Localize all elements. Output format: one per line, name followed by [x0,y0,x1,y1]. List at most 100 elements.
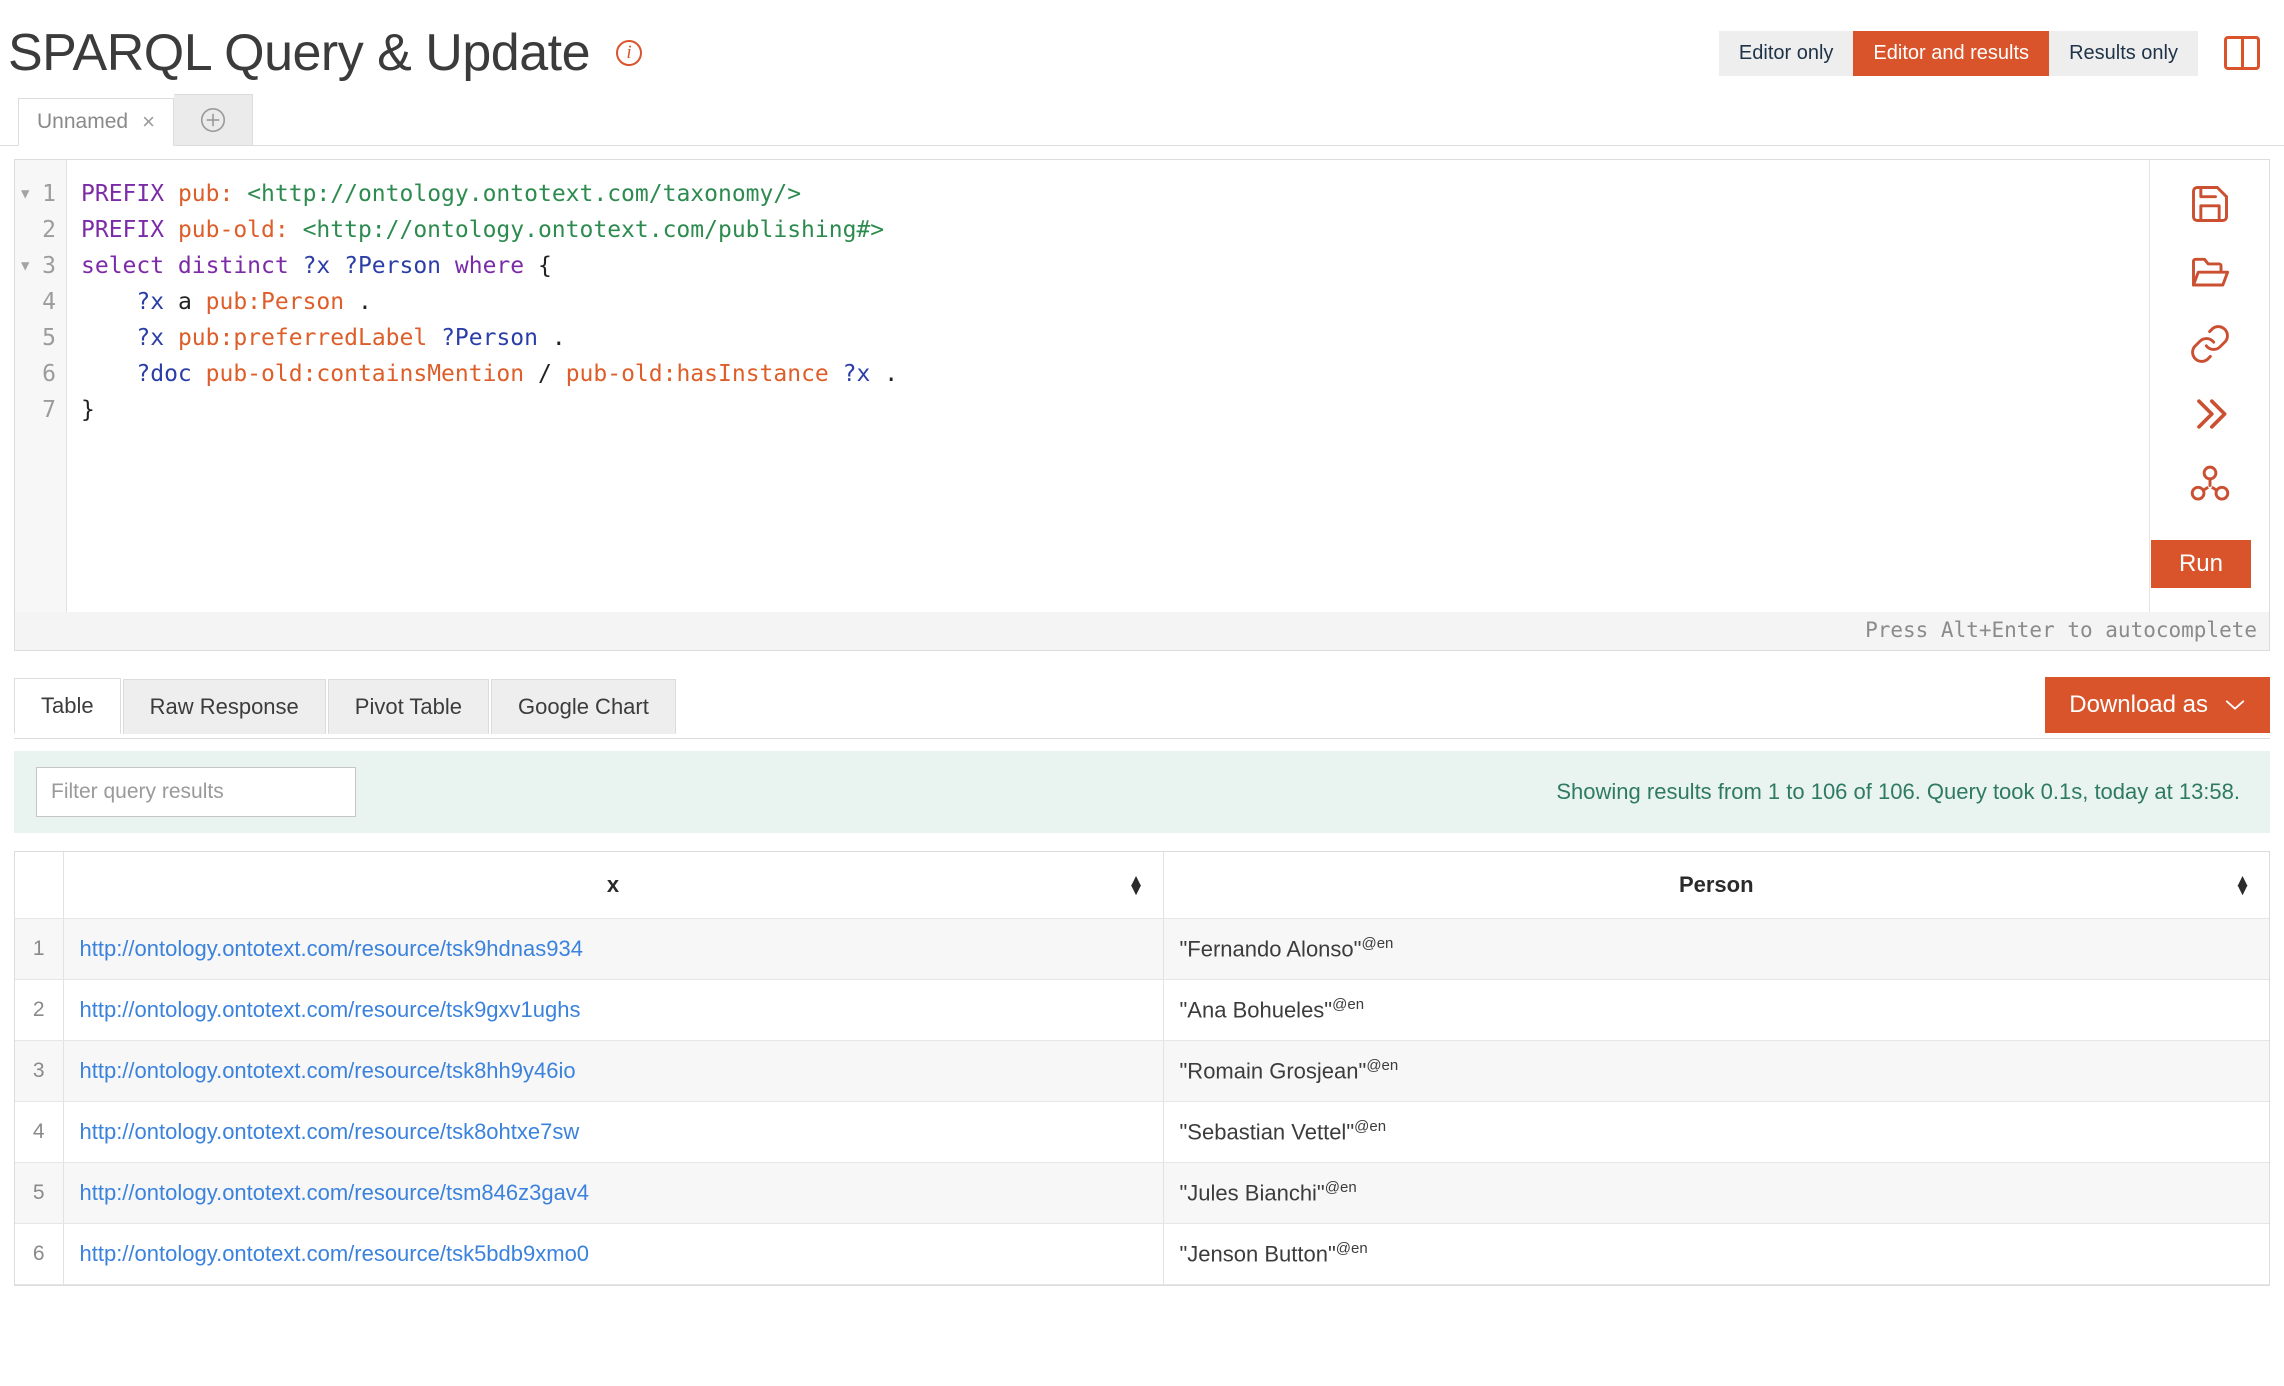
table-header-row: x ▲ ▼ Person ▲ ▼ [15,852,2269,919]
resource-uri-link[interactable]: http://ontology.ontotext.com/resource/ts… [80,936,583,961]
literal-value: "Fernando Alonso" [1179,936,1362,962]
resource-uri-link[interactable]: http://ontology.ontotext.com/resource/ts… [80,1241,590,1266]
editor-code-line: ?doc pub-old:containsMention / pub-old:h… [81,356,2269,392]
row-number: 3 [15,1040,64,1102]
literal-value: "Jules Bianchi" [1179,1180,1325,1206]
results-table-head: x ▲ ▼ Person ▲ ▼ [15,852,2269,919]
editor-code-line: ?x pub:preferredLabel ?Person . [81,320,2269,356]
page-header: SPARQL Query & Update i Editor only Edit… [0,0,2284,92]
code-token: <http://ontology.ontotext.com/taxonomy/> [247,181,802,207]
column-header-person-label: Person [1678,871,1754,897]
sort-icon[interactable]: ▲ ▼ [2234,872,2251,898]
editor-code-line: select distinct ?x ?Person where { [81,248,2269,284]
filter-query-results-input[interactable] [36,767,356,817]
row-number: 5 [15,1162,64,1224]
info-icon[interactable]: i [616,40,642,66]
query-tab-label: Unnamed [37,110,129,133]
literal-value: "Ana Bohueles" [1179,997,1333,1023]
save-query-icon[interactable] [2188,182,2232,226]
results-tab-table[interactable]: Table [14,678,121,734]
resource-uri-link[interactable]: http://ontology.ontotext.com/resource/ts… [80,1119,580,1144]
query-tab-unnamed[interactable]: Unnamed × [18,98,174,146]
code-token: ?doc [136,361,192,387]
code-token: ?Person [441,325,538,351]
fold-toggle-icon[interactable]: ▼ [21,248,29,284]
view-mode-results-only[interactable]: Results only [2049,30,2198,76]
expand-results-icon[interactable] [2188,392,2232,436]
results-tab-google-chart[interactable]: Google Chart [491,678,676,734]
language-tag: @en [1361,934,1394,952]
close-icon[interactable]: × [142,111,155,133]
row-number-header [15,852,64,919]
results-tab-raw-response[interactable]: Raw Response [122,678,326,734]
code-token: pub:Person [205,289,345,315]
code-token: pub-old: [177,217,303,243]
column-header-person[interactable]: Person ▲ ▼ [1163,852,2269,919]
cell-x: http://ontology.ontotext.com/resource/ts… [63,1101,1164,1163]
fold-toggle-icon[interactable]: ▼ [21,176,29,212]
editor-code-line: PREFIX pub-old: <http://ontology.ontotex… [81,212,2269,248]
code-token: . [870,361,899,387]
resource-uri-link[interactable]: http://ontology.ontotext.com/resource/ts… [80,997,581,1022]
literal-value: "Sebastian Vettel" [1179,1119,1355,1145]
literal-value: "Jenson Button" [1179,1241,1336,1267]
code-token: pub-old:containsMention [205,361,525,387]
cell-x: http://ontology.ontotext.com/resource/ts… [63,979,1164,1041]
view-mode-editor-and-results[interactable]: Editor and results [1853,30,2050,76]
copy-link-icon[interactable] [2188,322,2232,366]
cell-x: http://ontology.ontotext.com/resource/ts… [63,1162,1164,1224]
results-filter-bar: Showing results from 1 to 106 of 106. Qu… [14,751,2270,833]
code-token: PREFIX [81,181,178,207]
results-tab-pivot-table[interactable]: Pivot Table [327,678,489,734]
code-token: select distinct [81,253,303,279]
results-table-container: x ▲ ▼ Person ▲ ▼ 1 http://ontology.ontotext… [14,851,2270,1286]
code-token: . [344,289,372,315]
cell-person: "Sebastian Vettel"@en [1163,1101,2269,1163]
editor-line-number: ▼ 3 [15,248,66,284]
download-as-button[interactable]: Download as [2045,676,2270,733]
editor-line-number: ▼ 1 [15,176,66,212]
column-header-x[interactable]: x ▲ ▼ [63,852,1164,919]
page-title: SPARQL Query & Update [8,24,591,82]
editor-code-area[interactable]: PREFIX pub: <http://ontology.ontotext.co… [67,160,2269,650]
resource-uri-link[interactable]: http://ontology.ontotext.com/resource/ts… [80,1180,590,1205]
query-editor[interactable]: ▼ 1 2 ▼ 3 4 5 6 7 PREFIX pub: <http://ontology.o… [14,159,2270,651]
column-header-x-label: x [606,871,620,897]
view-mode-editor-only[interactable]: Editor only [1718,30,1854,76]
resource-uri-link[interactable]: http://ontology.ontotext.com/resource/ts… [80,1058,576,1083]
cell-person: "Jules Bianchi"@en [1163,1162,2269,1224]
visual-graph-icon[interactable] [2188,462,2232,506]
editor-code-line: ?x a pub:Person . [81,284,2269,320]
results-table: x ▲ ▼ Person ▲ ▼ 1 http://ontology.ontotext… [15,852,2269,1285]
editor-line-number: 2 [42,217,56,243]
add-tab-button[interactable] [173,94,253,146]
literal-value: "Romain Grosjean" [1179,1058,1367,1084]
editor-line-number: 5 [42,325,56,351]
cell-person: "Romain Grosjean"@en [1163,1040,2269,1102]
code-token: ?x [842,361,871,387]
results-count-info: Showing results from 1 to 106 of 106. Qu… [1556,779,2240,804]
split-view-icon[interactable] [2224,36,2260,70]
editor-gutter: ▼ 1 2 ▼ 3 4 5 6 7 [15,160,67,650]
table-row: 2 http://ontology.ontotext.com/resource/t… [15,979,2269,1041]
sort-icon[interactable]: ▲ ▼ [1128,872,1145,898]
cell-person: "Ana Bohueles"@en [1163,979,2269,1041]
chevron-down-icon [2225,699,2245,710]
query-tabstrip: Unnamed × [0,92,2284,146]
editor-line-number: 7 [42,397,56,423]
row-number: 4 [15,1101,64,1163]
code-token: a [164,289,206,315]
open-query-icon[interactable] [2188,252,2232,296]
code-token: pub:preferredLabel [177,325,428,351]
editor-line-number: 6 [42,361,56,387]
table-row: 4 http://ontology.ontotext.com/resource/t… [15,1101,2269,1163]
run-query-button[interactable]: Run [2150,540,2251,588]
code-token: / [524,361,566,387]
code-token: . [538,325,566,351]
code-token: pub-old:hasInstance [565,361,829,387]
cell-x: http://ontology.ontotext.com/resource/ts… [63,918,1164,980]
language-tag: @en [1335,1239,1368,1257]
